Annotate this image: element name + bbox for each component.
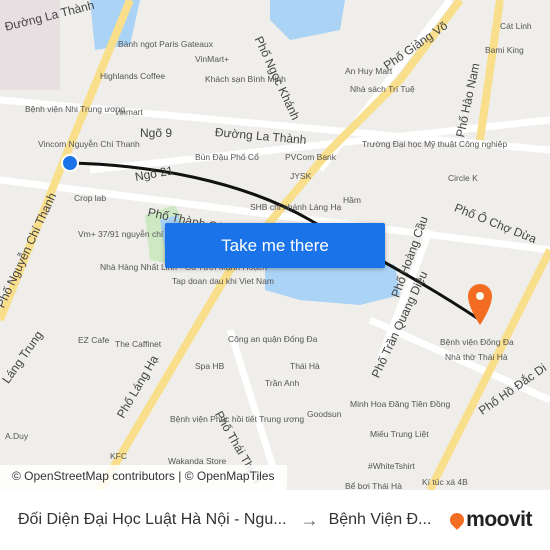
- place-label: Miếu Trung Liệt: [370, 429, 429, 439]
- place-label: Khách sạn Bình Minh: [205, 74, 286, 84]
- lake-giang-vo: [270, 0, 345, 40]
- place-label: Hầm: [343, 195, 361, 205]
- place-label: EZ Cafe: [78, 335, 110, 345]
- moovit-pin-icon: [447, 510, 468, 530]
- place-label: Bún Đậu Phố Cổ: [195, 152, 259, 162]
- place-label: Kí túc xá 4B: [422, 477, 468, 487]
- place-label: Trần Anh: [265, 378, 300, 388]
- place-label: JYSK: [290, 171, 312, 181]
- place-label: Bánh ngọt Paris Gateaux: [118, 39, 213, 49]
- place-label: Bệnh viện Đống Đa: [440, 337, 514, 347]
- place-label: VinMart+: [195, 54, 230, 64]
- place-label: Bể bơi Thái Hà: [345, 481, 402, 490]
- place-label: Nhà sách Trí Tuệ: [350, 84, 415, 94]
- place-label: Thái Hà: [290, 361, 320, 371]
- place-label: Công an quận Đống Đa: [228, 334, 318, 344]
- place-label: Goodsun: [307, 409, 342, 419]
- place-label: KFC: [110, 451, 127, 461]
- street-label: Ngõ 9: [140, 126, 173, 140]
- place-label: Circle K: [448, 173, 478, 183]
- destination-stop-name: Bệnh Viện Đ...: [328, 511, 432, 528]
- place-label: Bệnh viện Phục hồi tiết Trung ương: [170, 414, 305, 424]
- place-label: #WhiteTshirt: [368, 461, 415, 471]
- place-label: An Huy Mart: [345, 66, 393, 76]
- place-label: Highlands Coffee: [100, 71, 166, 81]
- place-label: Bệnh viện Nhi Trung ương: [25, 104, 126, 114]
- place-label: PVCom Bank: [285, 152, 337, 162]
- route-footer: Đối Diện Đại Học Luật Hà Nội - Ngu... → …: [0, 490, 550, 550]
- map-attribution[interactable]: © OpenStreetMap contributors | © OpenMap…: [0, 465, 287, 490]
- place-label: Trường Đại học Mỹ thuật Công nghiệp: [362, 139, 508, 149]
- origin-marker: [61, 154, 79, 172]
- place-label: SHB chi nhánh Láng Hạ: [250, 202, 342, 212]
- arrow-right-icon: →: [300, 509, 319, 530]
- place-label: Crop lab: [74, 193, 107, 203]
- place-label: Bami King: [485, 45, 524, 55]
- place-label: Spa HB: [195, 361, 225, 371]
- place-label: Tap doan dau khi Viet Nam: [172, 276, 274, 286]
- take-me-there-button[interactable]: Take me there: [165, 223, 385, 268]
- moovit-logo: moovit: [447, 508, 532, 532]
- place-label: vinmart: [115, 107, 143, 117]
- place-label: Minh Hoa Đăng Tiên Đồng: [350, 399, 451, 409]
- origin-stop-name: Đối Diện Đại Học Luật Hà Nội - Ngu...: [18, 511, 287, 528]
- place-label: Cát Linh: [500, 21, 532, 31]
- place-label: The Caffinet: [115, 339, 162, 349]
- destination-marker: [468, 284, 492, 325]
- place-label: Nhà thờ Thái Hà: [445, 352, 508, 362]
- place-label: Vincom Nguyễn Chí Thanh: [38, 139, 140, 149]
- map[interactable]: Đường La Thành Phố Ngọc Khánh Phố Giảng …: [0, 0, 550, 490]
- place-label: A.Duy: [5, 431, 29, 441]
